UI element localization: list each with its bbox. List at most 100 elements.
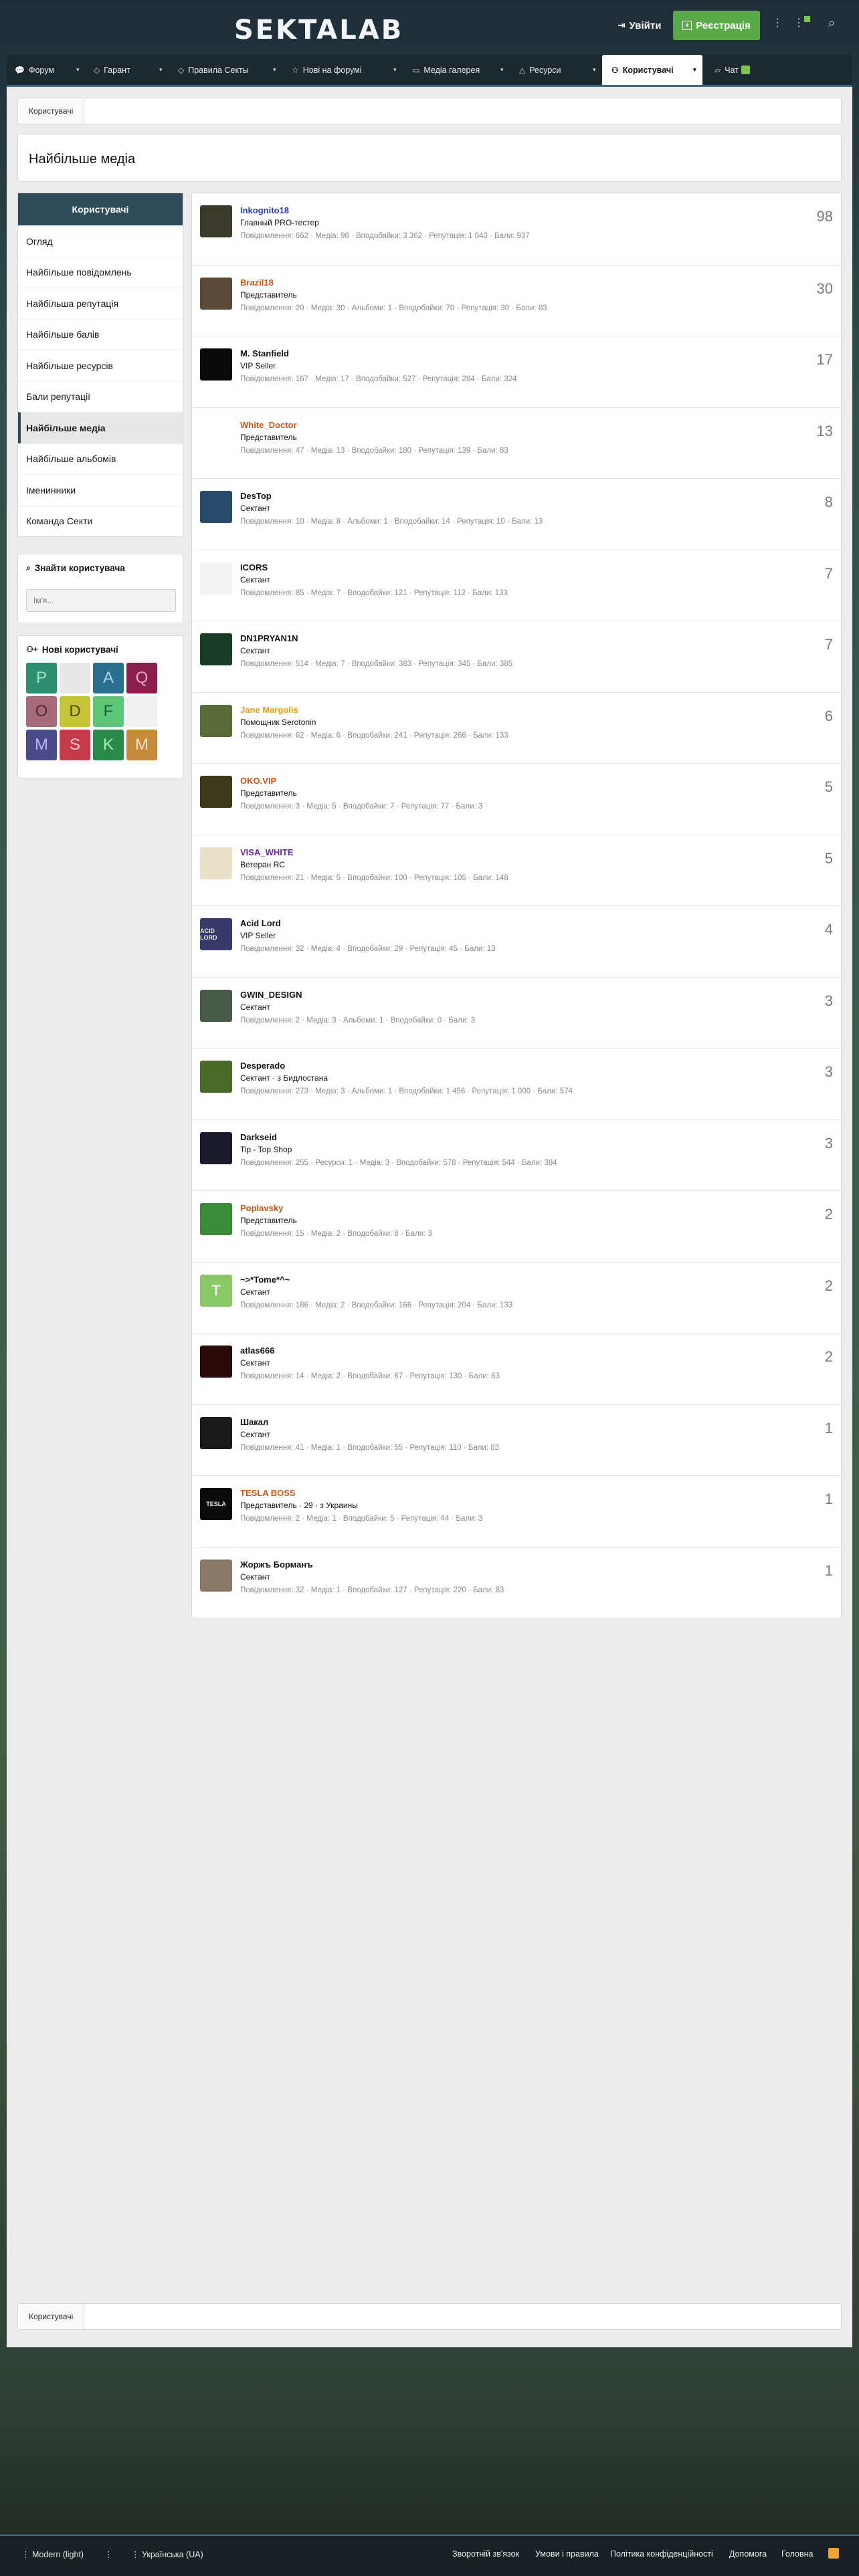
sidenav-item[interactable]: Найбільша репутація [18,288,183,319]
member-name-link[interactable]: DN1PRYAN1N [240,633,298,643]
member-name-link[interactable]: Acid Lord [240,918,281,928]
member-avatar[interactable] [200,491,232,523]
style-chooser[interactable]: ⋮ Modern (light) [21,2549,84,2559]
new-user-avatar[interactable]: A [93,663,124,693]
nav-forum[interactable]: 💬 Форум ▾ [7,55,84,85]
member-avatar[interactable] [200,1061,232,1093]
member-avatar[interactable]: ACID LORD [200,918,232,950]
member-name-link[interactable]: Жоржъ Борманъ [240,1560,313,1570]
member-avatar[interactable] [200,1416,232,1449]
find-user-input[interactable] [26,589,176,612]
member-name-link[interactable]: atlas666 [240,1346,274,1356]
member-avatar[interactable] [200,1132,232,1164]
breadcrumb-link[interactable]: Користувачі [18,98,85,124]
login-button[interactable]: ⇥ Увійти [606,11,673,40]
new-user-avatar[interactable]: F [93,696,124,727]
sidenav-item[interactable]: Бали репутації [18,381,183,413]
member-avatar[interactable]: TESLA [200,1488,232,1520]
sidenav-item[interactable]: Іменинники [18,474,183,506]
chevron-down-icon[interactable]: ▾ [159,66,163,74]
new-user-avatar[interactable]: K [93,730,124,760]
alerts-icon[interactable]: ⋮ [772,16,783,29]
member-name-link[interactable]: ~>*Tome*^~ [240,1275,290,1285]
chevron-down-icon[interactable]: ▾ [393,66,397,74]
language-chooser[interactable]: ⋮ Українська (UA) [131,2549,203,2559]
sidenav-item[interactable]: Найбільше медіа [18,412,183,443]
member-avatar[interactable] [200,776,232,808]
footer-link-home[interactable]: Головна [781,2549,814,2559]
sidenav-item[interactable]: Огляд [18,225,183,257]
chevron-down-icon[interactable]: ▾ [500,66,504,74]
nav-guarant[interactable]: ◇ Гарант ▾ [84,55,169,85]
member-avatar[interactable] [200,989,232,1022]
new-user-avatar[interactable]: M [26,730,57,760]
chevron-down-icon[interactable]: ▾ [76,66,80,74]
register-button[interactable]: + Реєстрація [673,11,760,40]
member-avatar[interactable] [200,1559,232,1592]
sidenav-item[interactable]: Найбільше альбомів [18,443,183,475]
member-name-link[interactable]: DesTop [240,491,272,501]
member-name-link[interactable]: Inkognito18 [240,205,289,215]
member-name-link[interactable]: Poplavsky [240,1203,283,1213]
footer-accent-line [0,2535,859,2536]
member-avatar[interactable] [200,704,232,737]
member-name-link[interactable]: M. Stanfield [240,348,289,358]
member-avatar[interactable] [200,1203,232,1235]
member-name-link[interactable]: ICORS [240,562,268,572]
footer-link-contact[interactable]: Зворотній зв'язок [452,2549,519,2559]
member-avatar[interactable] [200,419,232,452]
member-name-link[interactable]: White_Doctor [240,420,297,430]
new-user-avatar[interactable] [126,696,157,727]
nav-chat[interactable]: ▱ Чат [706,55,767,85]
new-user-avatar[interactable]: D [60,696,90,727]
sidenav-item[interactable]: Найбільше балів [18,318,183,350]
chat-bubbles-icon: 💬 [15,65,25,75]
new-user-avatar[interactable]: S [60,730,90,760]
sidenav-item-label: Команда Секти [26,516,93,527]
footer-link-help[interactable]: Допомога [729,2549,767,2559]
member-name-link[interactable]: OKO.VIP [240,776,276,786]
search-icon[interactable]: ⌕ [828,16,835,30]
bottom-breadcrumb-link[interactable]: Користувачі [18,2304,85,2329]
nav-rules[interactable]: ◇ Правила Секты ▾ [169,55,282,85]
nav-members-label: Користувачі [622,65,674,75]
member-name-link[interactable]: TESLA BOSS [240,1488,296,1498]
chevron-down-icon[interactable]: ▾ [693,66,696,74]
member-avatar[interactable] [200,847,232,879]
sidenav-item[interactable]: Команда Секти [18,505,183,537]
nav-new-posts[interactable]: ☆ Нові на форумі ▾ [282,55,403,85]
member-avatar[interactable] [200,562,232,595]
site-logo[interactable]: SEKTALAB [234,15,403,45]
member-name-link[interactable]: VISA_WHITE [240,847,293,857]
new-user-avatar[interactable]: P [26,663,57,693]
nav-resources[interactable]: △ Ресурси ▾ [510,55,602,85]
member-name-link[interactable]: Darkseid [240,1132,277,1142]
footer-link-terms[interactable]: Умови і правила [535,2549,599,2559]
member-avatar[interactable] [200,633,232,665]
footer-link-privacy[interactable]: Політика конфіденційності [610,2549,713,2559]
member-avatar[interactable] [200,205,232,237]
new-user-avatar[interactable]: M [126,730,157,760]
new-user-avatar[interactable] [60,663,90,693]
nav-media[interactable]: ▭ Медіа галерея ▾ [403,55,510,85]
nav-members[interactable]: ⚇ Користувачі ▾ [602,55,702,85]
new-user-avatar[interactable]: Q [126,663,157,693]
member-avatar[interactable]: T [200,1274,232,1307]
new-user-avatar[interactable]: O [26,696,57,727]
member-avatar[interactable] [200,277,232,310]
member-avatar[interactable] [200,348,232,381]
chevron-down-icon[interactable]: ▾ [593,66,596,74]
notifications-icon[interactable]: ⋮ [793,16,810,29]
member-name-link[interactable]: Desperado [240,1061,285,1071]
chevron-down-icon[interactable]: ▾ [273,66,276,74]
member-media-count: 13 [816,422,833,439]
sidenav-item[interactable]: Найбільше ресурсів [18,350,183,381]
member-name-link[interactable]: Jane Margolis [240,705,298,715]
member-avatar[interactable] [200,1346,232,1378]
member-name-link[interactable]: Brazil18 [240,278,274,288]
member-name-link[interactable]: Шакал [240,1417,268,1427]
member-title: Сектант [240,646,270,655]
rss-icon[interactable] [828,2548,839,2559]
member-name-link[interactable]: GWIN_DESIGN [240,990,302,1000]
sidenav-item[interactable]: Найбільше повідомлень [18,256,183,288]
